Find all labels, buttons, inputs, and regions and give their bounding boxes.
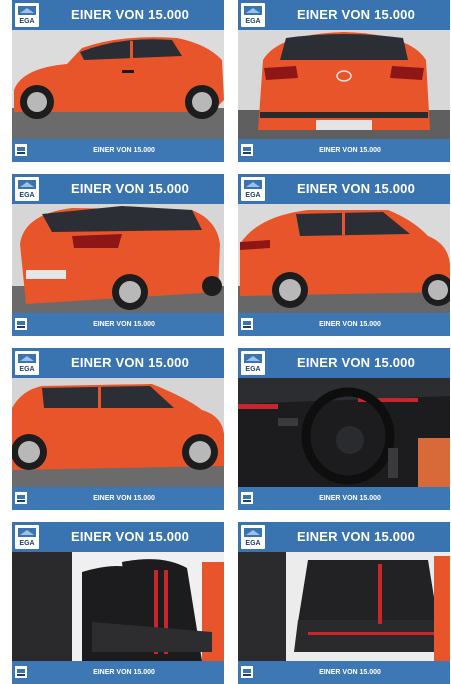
ega-mini-logo-icon xyxy=(241,318,253,330)
ega-mini-logo-icon xyxy=(241,492,253,504)
thumbnail-title: EINER VON 15.000 xyxy=(70,181,190,196)
thumbnail-title: EINER VON 15.000 xyxy=(70,355,190,370)
gallery-thumbnail-5[interactable]: EGA EINER VON 15.000 EINER VON 15.000 xyxy=(12,348,224,510)
side-view-right-car-photo xyxy=(12,378,224,487)
svg-text:EGA: EGA xyxy=(19,366,34,373)
thumbnail-header-banner: EGA EINER VON 15.000 xyxy=(12,0,224,30)
gallery-thumbnail-7[interactable]: EGA EINER VON 15.000 EINER VON 15.000 xyxy=(12,522,224,684)
thumbnail-caption: EINER VON 15.000 xyxy=(93,495,155,502)
thumbnail-caption: EINER VON 15.000 xyxy=(93,321,155,328)
thumbnail-footer-banner: EINER VON 15.000 xyxy=(12,139,224,162)
thumbnail-footer-banner: EINER VON 15.000 xyxy=(238,139,450,162)
svg-text:EGA: EGA xyxy=(245,540,260,547)
thumbnail-title: EINER VON 15.000 xyxy=(70,7,190,22)
svg-text:EGA: EGA xyxy=(19,540,34,547)
thumbnail-header-banner: EGA EINER VON 15.000 xyxy=(238,174,450,204)
thumbnail-title: EINER VON 15.000 xyxy=(296,7,416,22)
thumbnail-footer-banner: EINER VON 15.000 xyxy=(12,313,224,336)
rear-view-car-photo xyxy=(238,30,450,139)
thumbnail-caption: EINER VON 15.000 xyxy=(319,495,381,502)
thumbnail-footer-banner: EINER VON 15.000 xyxy=(238,487,450,510)
gallery-thumbnail-2[interactable]: EGA EINER VON 15.000 EINER VON 15.000 xyxy=(238,0,450,162)
gallery-thumbnail-6[interactable]: EGA EINER VON 15.000 EINER VON 15.000 xyxy=(238,348,450,510)
ega-logo-icon: EGA xyxy=(15,3,39,27)
gallery-thumbnail-1[interactable]: EGA EINER VON 15.000 EINER VON 15.000 xyxy=(12,0,224,162)
ega-logo-icon: EGA xyxy=(241,525,265,549)
thumbnail-caption: EINER VON 15.000 xyxy=(319,147,381,154)
thumbnail-header-banner: EGA EINER VON 15.000 xyxy=(238,0,450,30)
cockpit-interior-photo xyxy=(238,378,450,487)
thumbnail-header-banner: EGA EINER VON 15.000 xyxy=(12,174,224,204)
ega-logo-icon: EGA xyxy=(15,351,39,375)
thumbnail-header-banner: EGA EINER VON 15.000 xyxy=(238,522,450,552)
thumbnail-footer-banner: EINER VON 15.000 xyxy=(238,313,450,336)
thumbnail-footer-banner: EINER VON 15.000 xyxy=(238,661,450,684)
rear-seats-interior-photo xyxy=(238,552,450,661)
svg-text:EGA: EGA xyxy=(245,18,260,25)
ega-mini-logo-icon xyxy=(15,666,27,678)
thumbnail-header-banner: EGA EINER VON 15.000 xyxy=(238,348,450,378)
ega-logo-icon: EGA xyxy=(241,351,265,375)
gallery-thumbnail-4[interactable]: EGA EINER VON 15.000 EINER VON 15.000 xyxy=(238,174,450,336)
gallery-thumbnail-3[interactable]: EGA EINER VON 15.000 EINER VON 15.000 xyxy=(12,174,224,336)
ega-mini-logo-icon xyxy=(241,144,253,156)
thumbnail-title: EINER VON 15.000 xyxy=(296,529,416,544)
ega-mini-logo-icon xyxy=(15,144,27,156)
svg-text:EGA: EGA xyxy=(245,192,260,199)
ega-logo-icon: EGA xyxy=(241,177,265,201)
thumbnail-caption: EINER VON 15.000 xyxy=(93,147,155,154)
thumbnail-header-banner: EGA EINER VON 15.000 xyxy=(12,522,224,552)
svg-text:EGA: EGA xyxy=(19,192,34,199)
thumbnail-title: EINER VON 15.000 xyxy=(70,529,190,544)
ega-logo-icon: EGA xyxy=(15,525,39,549)
svg-text:EGA: EGA xyxy=(19,18,34,25)
image-gallery-grid: EGA EINER VON 15.000 EINER VON 15.000 EG… xyxy=(0,0,451,684)
thumbnail-footer-banner: EINER VON 15.000 xyxy=(12,487,224,510)
side-view-right-car-photo xyxy=(238,204,450,313)
gallery-thumbnail-8[interactable]: EGA EINER VON 15.000 EINER VON 15.000 xyxy=(238,522,450,684)
thumbnail-header-banner: EGA EINER VON 15.000 xyxy=(12,348,224,378)
thumbnail-caption: EINER VON 15.000 xyxy=(93,669,155,676)
thumbnail-footer-banner: EINER VON 15.000 xyxy=(12,661,224,684)
side-view-left-car-photo xyxy=(12,30,224,139)
thumbnail-title: EINER VON 15.000 xyxy=(296,181,416,196)
thumbnail-caption: EINER VON 15.000 xyxy=(319,669,381,676)
ega-logo-icon: EGA xyxy=(15,177,39,201)
thumbnail-title: EINER VON 15.000 xyxy=(296,355,416,370)
ega-mini-logo-icon xyxy=(15,318,27,330)
rear-three-quarter-car-photo xyxy=(12,204,224,313)
thumbnail-caption: EINER VON 15.000 xyxy=(319,321,381,328)
ega-logo-icon: EGA xyxy=(241,3,265,27)
svg-text:EGA: EGA xyxy=(245,366,260,373)
front-seats-interior-photo xyxy=(12,552,224,661)
ega-mini-logo-icon xyxy=(15,492,27,504)
ega-mini-logo-icon xyxy=(241,666,253,678)
